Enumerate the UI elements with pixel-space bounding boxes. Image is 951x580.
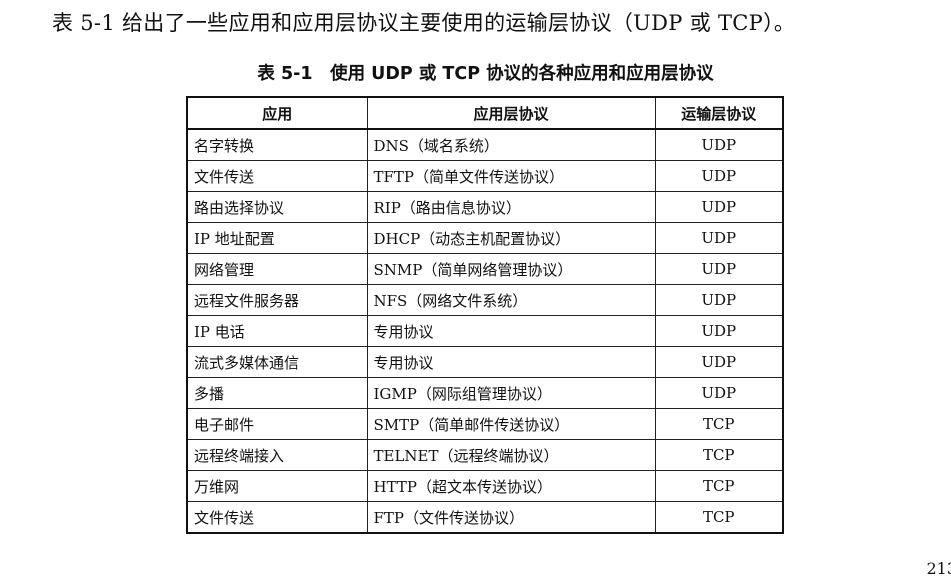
cell-transport-protocol: UDP (654, 346, 784, 378)
cell-application: IP 地址配置 (186, 222, 368, 254)
protocol-table: 应用 应用层协议 运输层协议 名字转换 DNS（域名系统） UDP 文件传送 T… (186, 96, 784, 534)
cell-transport-protocol: UDP (654, 253, 784, 285)
cell-application-protocol: FTP（文件传送协议） (366, 501, 656, 534)
page-number: 213 (926, 559, 951, 578)
cell-application: 远程终端接入 (186, 439, 368, 471)
table-row: 远程文件服务器 NFS（网络文件系统） UDP (186, 284, 784, 316)
cell-application-protocol: TELNET（远程终端协议） (366, 439, 656, 471)
table-row: 名字转换 DNS（域名系统） UDP (186, 128, 784, 161)
cell-transport-protocol: UDP (654, 128, 784, 161)
cell-transport-protocol: UDP (654, 315, 784, 347)
cell-application: 文件传送 (186, 501, 368, 534)
intro-paragraph: 表 5-1 给出了一些应用和应用层协议主要使用的运输层协议（UDP 或 TCP）… (52, 11, 796, 35)
cell-application-protocol: RIP（路由信息协议） (366, 191, 656, 223)
cell-application: 文件传送 (186, 160, 368, 192)
table-row: 电子邮件 SMTP（简单邮件传送协议） TCP (186, 408, 784, 440)
cell-transport-protocol: UDP (654, 377, 784, 409)
cell-application-protocol: SNMP（简单网络管理协议） (366, 253, 656, 285)
cell-application: IP 电话 (186, 315, 368, 347)
table-row: 远程终端接入 TELNET（远程终端协议） TCP (186, 439, 784, 471)
cell-application-protocol: TFTP（简单文件传送协议） (366, 160, 656, 192)
table-row: IP 地址配置 DHCP（动态主机配置协议） UDP (186, 222, 784, 254)
cell-transport-protocol: UDP (654, 284, 784, 316)
cell-application-protocol: IGMP（网际组管理协议） (366, 377, 656, 409)
cell-application: 路由选择协议 (186, 191, 368, 223)
cell-transport-protocol: TCP (654, 439, 784, 471)
table-caption: 表 5-1 使用 UDP 或 TCP 协议的各种应用和应用层协议 (257, 64, 714, 84)
cell-transport-protocol: UDP (654, 222, 784, 254)
cell-application: 名字转换 (186, 128, 368, 161)
cell-application-protocol: 专用协议 (366, 346, 656, 378)
header-transport-protocol: 运输层协议 (654, 96, 784, 130)
cell-application-protocol: DNS（域名系统） (366, 128, 656, 161)
table-row: IP 电话 专用协议 UDP (186, 315, 784, 347)
table-row: 多播 IGMP（网际组管理协议） UDP (186, 377, 784, 409)
cell-application-protocol: DHCP（动态主机配置协议） (366, 222, 656, 254)
cell-transport-protocol: UDP (654, 191, 784, 223)
table-row: 流式多媒体通信 专用协议 UDP (186, 346, 784, 378)
cell-transport-protocol: UDP (654, 160, 784, 192)
table-row: 路由选择协议 RIP（路由信息协议） UDP (186, 191, 784, 223)
table-header-row: 应用 应用层协议 运输层协议 (186, 96, 784, 130)
table-row: 万维网 HTTP（超文本传送协议） TCP (186, 470, 784, 502)
header-application: 应用 (186, 96, 368, 130)
cell-application-protocol: SMTP（简单邮件传送协议） (366, 408, 656, 440)
cell-application: 万维网 (186, 470, 368, 502)
cell-application: 多播 (186, 377, 368, 409)
cell-application-protocol: HTTP（超文本传送协议） (366, 470, 656, 502)
cell-application: 网络管理 (186, 253, 368, 285)
table-row: 文件传送 FTP（文件传送协议） TCP (186, 501, 784, 534)
cell-transport-protocol: TCP (654, 408, 784, 440)
cell-application: 电子邮件 (186, 408, 368, 440)
cell-application: 远程文件服务器 (186, 284, 368, 316)
cell-transport-protocol: TCP (654, 501, 784, 534)
cell-application: 流式多媒体通信 (186, 346, 368, 378)
cell-application-protocol: 专用协议 (366, 315, 656, 347)
header-application-protocol: 应用层协议 (366, 96, 656, 130)
cell-application-protocol: NFS（网络文件系统） (366, 284, 656, 316)
table-row: 网络管理 SNMP（简单网络管理协议） UDP (186, 253, 784, 285)
table-row: 文件传送 TFTP（简单文件传送协议） UDP (186, 160, 784, 192)
cell-transport-protocol: TCP (654, 470, 784, 502)
